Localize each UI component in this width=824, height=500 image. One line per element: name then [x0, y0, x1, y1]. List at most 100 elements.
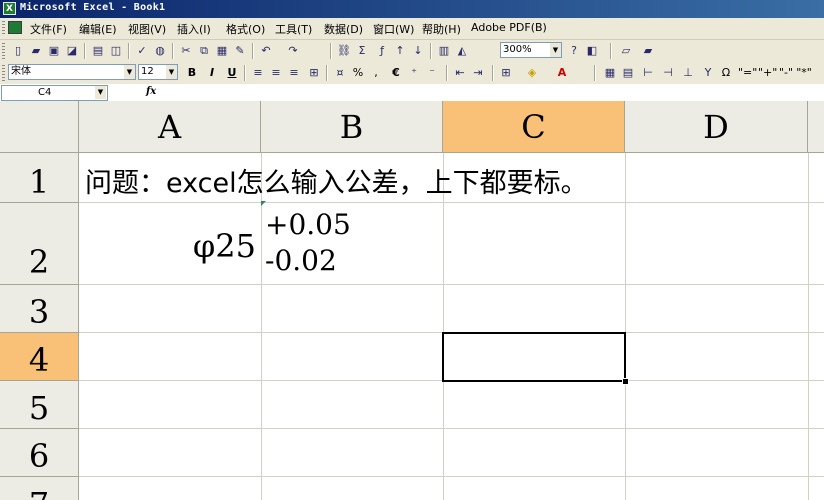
column-header-b[interactable]: B [261, 101, 443, 153]
separator [492, 65, 494, 81]
open-icon[interactable]: ▰ [28, 43, 44, 59]
borders-icon[interactable]: ⊞ [498, 65, 514, 81]
minus-symbol-button[interactable]: "-" [778, 65, 794, 81]
font-size-select[interactable]: 12 ▼ [138, 64, 178, 80]
row-header-7[interactable]: 7 [0, 477, 79, 500]
select-all-corner[interactable] [0, 101, 79, 153]
row-header-1[interactable]: 1 [0, 153, 79, 203]
workbook-icon[interactable] [8, 21, 22, 34]
bold-button[interactable]: B [184, 65, 200, 81]
menu-tools[interactable]: 工具(T) [275, 21, 312, 37]
times-symbol-button[interactable]: "*" [796, 65, 812, 81]
toolbar-grip[interactable] [2, 65, 5, 81]
menu-format[interactable]: 格式(O) [226, 21, 265, 37]
menu-adobe-pdf[interactable]: Adobe PDF(B) [471, 21, 547, 34]
insert-cols-icon[interactable]: ⊣ [660, 65, 676, 81]
plus-symbol-button[interactable]: "+" [758, 65, 777, 81]
cell-a1[interactable]: 问题：excel怎么输入公差，上下都要标。 [85, 161, 588, 200]
convert-pdf-icon[interactable]: ▱ [618, 43, 634, 59]
row-header-6[interactable]: 6 [0, 429, 79, 477]
sort-ascending-icon[interactable]: ↑ [392, 43, 408, 59]
menu-view[interactable]: 视图(V) [128, 21, 166, 37]
paste-icon[interactable]: ▦ [214, 43, 230, 59]
row-header-2[interactable]: 2 [0, 203, 79, 285]
autosum-icon[interactable]: Σ [354, 43, 370, 59]
read-icon[interactable]: ◧ [584, 43, 600, 59]
row-header-5[interactable]: 5 [0, 381, 79, 429]
align-right-icon[interactable]: ≡ [286, 65, 302, 81]
align-left-icon[interactable]: ≡ [250, 65, 266, 81]
permission-icon[interactable]: ◪ [64, 43, 80, 59]
sort-descending-icon[interactable]: ↓ [410, 43, 426, 59]
print-preview-icon[interactable]: ◫ [108, 43, 124, 59]
hyperlink-icon[interactable]: ⛓ [336, 43, 352, 59]
table-icon[interactable]: ▤ [620, 65, 636, 81]
insert-function-icon[interactable]: fx [146, 86, 156, 97]
drawing-icon[interactable]: ◭ [454, 43, 470, 59]
percent-button[interactable]: % [350, 65, 366, 81]
new-icon[interactable]: ▯ [10, 43, 26, 59]
menu-insert[interactable]: 插入(I) [177, 21, 211, 37]
delete-icon[interactable]: ⊥ [680, 65, 696, 81]
row-header-3[interactable]: 3 [0, 285, 79, 333]
cell-b2-upper[interactable]: +0.05 [265, 208, 351, 241]
name-box[interactable]: C4 ▼ [1, 85, 108, 101]
menu-help[interactable]: 帮助(H) [422, 21, 461, 37]
separator [446, 65, 448, 81]
euro-button[interactable]: € [388, 65, 404, 81]
align-center-icon[interactable]: ≡ [268, 65, 284, 81]
cell-a2[interactable]: φ25 [180, 227, 256, 265]
column-header-c[interactable]: C [443, 101, 625, 153]
chevron-down-icon[interactable]: ▼ [124, 65, 135, 79]
equals-symbol-button[interactable]: "=" [738, 65, 757, 81]
increase-decimal-icon[interactable]: ⁺ [406, 65, 422, 81]
decrease-decimal-icon[interactable]: ⁻ [424, 65, 440, 81]
save-icon[interactable]: ▣ [46, 43, 62, 59]
symbol-y-icon[interactable]: Y [700, 65, 716, 81]
menu-edit[interactable]: 编辑(E) [79, 21, 117, 37]
underline-button[interactable]: U [224, 65, 240, 81]
fill-handle[interactable] [622, 378, 629, 385]
column-header-d[interactable]: D [625, 101, 808, 153]
row-header-4[interactable]: 4 [0, 333, 79, 381]
cell-style-icon[interactable]: ▦ [602, 65, 618, 81]
font-select[interactable]: 宋体 ▼ [8, 64, 136, 80]
menu-file[interactable]: 文件(F) [30, 21, 67, 37]
fill-color-icon[interactable]: ◈ [524, 65, 540, 81]
cell-b2-lower[interactable]: -0.02 [265, 244, 337, 277]
currency-icon[interactable]: ¤ [332, 65, 348, 81]
copy-icon[interactable]: ⧉ [196, 43, 212, 59]
cut-icon[interactable]: ✂ [178, 43, 194, 59]
research-icon[interactable]: ◍ [152, 43, 168, 59]
format-painter-icon[interactable]: ✎ [232, 43, 248, 59]
help-icon[interactable]: ? [566, 43, 582, 59]
font-color-icon[interactable]: A [554, 65, 570, 81]
increase-indent-icon[interactable]: ⇥ [470, 65, 486, 81]
omega-button[interactable]: Ω [718, 65, 734, 81]
chart-wizard-icon[interactable]: ▥ [436, 43, 452, 59]
redo-icon[interactable]: ↷ [285, 43, 301, 59]
merge-center-icon[interactable]: ⊞ [306, 65, 322, 81]
menu-data[interactable]: 数据(D) [324, 21, 363, 37]
undo-icon[interactable]: ↶ [258, 43, 274, 59]
decrease-indent-icon[interactable]: ⇤ [452, 65, 468, 81]
menubar-grip[interactable] [2, 21, 5, 36]
chevron-down-icon[interactable]: ▼ [166, 65, 177, 79]
column-header-a[interactable]: A [79, 101, 261, 153]
print-icon[interactable]: ▤ [90, 43, 106, 59]
chevron-down-icon[interactable]: ▼ [95, 86, 106, 99]
spelling-icon[interactable]: ✓ [134, 43, 150, 59]
insert-rows-icon[interactable]: ⊢ [640, 65, 656, 81]
insert-function-icon[interactable]: ƒ [374, 43, 390, 59]
zoom-select[interactable]: 300% ▼ [500, 42, 562, 58]
italic-button[interactable]: I [204, 65, 220, 81]
toolbar-grip[interactable] [2, 43, 5, 59]
menu-window[interactable]: 窗口(W) [373, 21, 414, 37]
convert-pdf-email-icon[interactable]: ▰ [640, 43, 656, 59]
error-indicator[interactable] [261, 201, 266, 206]
column-header-e[interactable] [808, 101, 824, 153]
chevron-down-icon[interactable]: ▼ [550, 43, 561, 57]
comma-button[interactable]: , [368, 65, 384, 81]
active-cell-c4[interactable] [442, 332, 626, 382]
worksheet-grid[interactable]: A B C D 1 2 3 4 5 6 7 问题：excel怎么输入公差，上下都… [0, 101, 824, 500]
